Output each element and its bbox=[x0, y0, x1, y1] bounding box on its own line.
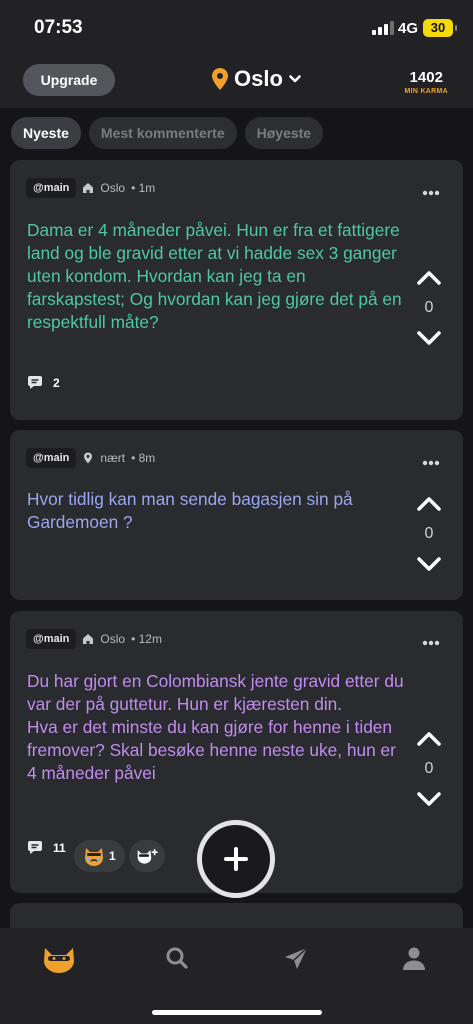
more-options-icon[interactable] bbox=[422, 190, 440, 196]
cat-mascot-icon bbox=[44, 948, 75, 973]
tab-hoyeste[interactable]: Høyeste bbox=[244, 117, 324, 149]
new-post-button[interactable] bbox=[197, 820, 275, 898]
nav-home[interactable] bbox=[39, 946, 79, 978]
add-reaction-button[interactable] bbox=[129, 840, 165, 872]
comment-bubble-icon bbox=[28, 841, 42, 854]
city-selector[interactable]: Oslo bbox=[212, 66, 301, 92]
downvote-arrow-icon[interactable] bbox=[416, 791, 442, 807]
vote-count: 0 bbox=[424, 760, 434, 777]
post-card[interactable]: @main Oslo • 1m Dama er 4 måneder påvei.… bbox=[10, 160, 463, 420]
post-meta: @main Oslo • 12m bbox=[26, 629, 162, 649]
karma-value: 1402 bbox=[409, 69, 443, 86]
crying-cat-face-icon bbox=[85, 848, 103, 866]
tab-mest-kommenterte[interactable]: Mest kommenterte bbox=[88, 117, 237, 149]
post-card[interactable]: @main nært • 8m Hvor tidlig kan man send… bbox=[10, 430, 463, 600]
app-header: Upgrade Oslo 1402 MIN KARMA bbox=[0, 56, 473, 108]
nav-messages[interactable] bbox=[276, 946, 316, 978]
upvote-arrow-icon[interactable] bbox=[416, 731, 442, 747]
house-icon bbox=[83, 183, 94, 193]
home-indicator bbox=[152, 1010, 322, 1015]
post-meta: @main nært • 8m bbox=[26, 448, 155, 468]
plus-icon bbox=[224, 847, 248, 871]
comment-count-value: 11 bbox=[53, 840, 66, 855]
search-icon bbox=[166, 947, 188, 969]
post-location: Oslo bbox=[100, 632, 126, 646]
vote-control: 0 bbox=[414, 731, 444, 807]
post-time: • 1m bbox=[131, 181, 156, 195]
vote-count: 0 bbox=[424, 299, 434, 316]
comment-bubble-icon bbox=[28, 376, 42, 389]
channel-chip[interactable]: @main bbox=[26, 629, 77, 649]
reaction-count: 1 bbox=[109, 849, 116, 863]
post-meta: @main Oslo • 1m bbox=[26, 178, 155, 198]
karma-label: MIN KARMA bbox=[404, 88, 448, 95]
comment-count[interactable]: 11 bbox=[27, 840, 66, 855]
location-pin-icon bbox=[212, 68, 228, 90]
profile-icon bbox=[402, 947, 425, 970]
post-location: Oslo bbox=[100, 181, 126, 195]
vote-control: 0 bbox=[414, 270, 444, 346]
upvote-arrow-icon[interactable] bbox=[416, 270, 442, 286]
more-options-icon[interactable] bbox=[422, 640, 440, 646]
send-icon bbox=[284, 947, 308, 969]
post-text-paragraph: Du har gjort en Colombiansk jente gravid… bbox=[27, 671, 404, 714]
network-label: 4G bbox=[398, 20, 419, 37]
status-bar: 07:53 4G 30 bbox=[0, 0, 473, 56]
tab-nyeste[interactable]: Nyeste bbox=[11, 117, 81, 149]
post-text[interactable]: Hvor tidlig kan man sende bagasjen sin p… bbox=[27, 488, 407, 534]
post-text-paragraph: Hva er det minste du kan gjøre for henne… bbox=[27, 717, 396, 783]
chevron-down-icon bbox=[289, 75, 301, 83]
channel-chip[interactable]: @main bbox=[26, 448, 77, 468]
upvote-arrow-icon[interactable] bbox=[416, 496, 442, 512]
comment-count-value: 2 bbox=[53, 375, 60, 390]
house-icon bbox=[83, 634, 94, 644]
downvote-arrow-icon[interactable] bbox=[416, 330, 442, 346]
post-time: • 12m bbox=[131, 632, 162, 646]
location-pin-icon bbox=[84, 452, 93, 464]
feed-filter-tabs: Nyeste Mest kommenterte Høyeste bbox=[11, 117, 324, 149]
comment-count[interactable]: 2 bbox=[27, 375, 60, 390]
more-options-icon[interactable] bbox=[422, 460, 440, 466]
karma-counter[interactable]: 1402 MIN KARMA bbox=[404, 69, 448, 95]
channel-chip[interactable]: @main bbox=[26, 178, 77, 198]
post-text[interactable]: Dama er 4 måneder påvei. Hun er fra et f… bbox=[27, 219, 407, 334]
post-time: • 8m bbox=[131, 451, 156, 465]
bottom-navigation bbox=[0, 928, 473, 1024]
post-text[interactable]: Du har gjort en Colombiansk jente gravid… bbox=[27, 670, 407, 785]
signal-icon bbox=[372, 21, 394, 35]
nav-search[interactable] bbox=[157, 946, 197, 978]
downvote-arrow-icon[interactable] bbox=[416, 556, 442, 572]
vote-count: 0 bbox=[424, 525, 434, 542]
post-location: nært bbox=[100, 451, 126, 465]
vote-control: 0 bbox=[414, 496, 444, 572]
battery-icon: 30 bbox=[423, 19, 457, 37]
add-reaction-cat-icon bbox=[137, 849, 158, 864]
reaction-badge[interactable]: 1 bbox=[74, 840, 125, 872]
city-label: Oslo bbox=[234, 66, 283, 91]
upgrade-button[interactable]: Upgrade bbox=[23, 64, 115, 96]
nav-profile[interactable] bbox=[394, 946, 434, 978]
status-time: 07:53 bbox=[34, 17, 83, 38]
